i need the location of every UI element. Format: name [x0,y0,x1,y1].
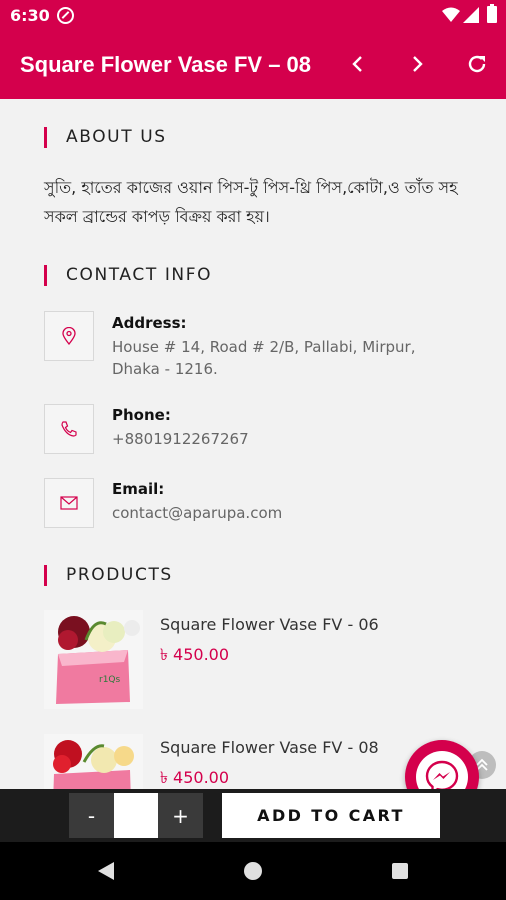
nav-recents-button[interactable] [388,859,412,883]
products-heading-text: PRODUCTS [66,565,173,585]
address-value: House # 14, Road # 2/B, Pallabi, Mirpur,… [112,338,416,378]
email-label: Email: [112,480,165,498]
circle-home-icon [244,862,262,880]
heading-accent-bar [44,126,47,148]
triangle-back-icon [98,862,114,880]
location-pin-icon [62,327,76,345]
phone-label: Phone: [112,406,171,424]
chevron-left-icon [352,56,362,72]
forward-button[interactable] [401,48,433,80]
phone-icon [61,421,77,437]
about-heading-text: ABOUT US [66,127,167,147]
product-image[interactable]: r1Qs [44,610,143,709]
do-not-disturb-icon [57,7,74,24]
address-label: Address: [112,314,187,332]
contact-heading-text: CONTACT INFO [66,265,213,285]
quantity-decrease-button[interactable]: - [69,793,114,838]
battery-icon [487,4,497,23]
page-title: Square Flower Vase FV – 08 [20,52,312,77]
about-text: সুতি, হাতের কাজের ওয়ান পিস-টু পিস-থ্রি … [44,178,458,226]
heading-accent-bar [44,564,47,586]
square-recents-icon [392,863,408,879]
product-image[interactable] [44,734,143,789]
page-content[interactable]: ABOUT US সুতি, হাতের কাজের ওয়ান পিস-টু … [0,99,506,789]
quantity-input[interactable] [114,793,158,838]
heading-accent-bar [44,264,47,286]
products-heading: PRODUCTS [44,564,173,586]
nav-home-button[interactable] [241,859,265,883]
quantity-increase-button[interactable]: + [158,793,203,838]
contact-heading: CONTACT INFO [44,264,212,286]
product-photo-image [44,734,143,789]
product-price: ৳ 450.00 [160,768,230,787]
envelope-icon [60,496,78,510]
add-to-cart-button[interactable]: ADD TO CART [222,793,440,838]
email-value[interactable]: contact@aparupa.com [112,502,462,524]
nav-back-button[interactable] [94,859,118,883]
system-nav-bar [0,842,506,900]
wifi-icon [442,7,460,22]
signal-icon [463,7,479,23]
phone-value[interactable]: +8801912267267 [112,428,462,450]
product-photo-image: r1Qs [44,610,143,709]
status-time: 6:30 [10,6,50,25]
status-bar: 6:30 [0,0,506,32]
svg-text:r1Qs: r1Qs [99,675,121,685]
about-heading: ABOUT US [44,126,167,148]
reload-button[interactable] [461,48,493,80]
back-button[interactable] [342,48,374,80]
cart-bar: - + ADD TO CART [0,789,506,842]
chevron-right-icon [413,56,423,72]
email-icon-box [44,478,94,528]
product-name[interactable]: Square Flower Vase FV - 08 [160,738,379,757]
refresh-icon [468,55,486,73]
product-price: ৳ 450.00 [160,645,230,664]
address-icon-box [44,311,94,361]
phone-icon-box [44,404,94,454]
product-name[interactable]: Square Flower Vase FV - 06 [160,615,379,634]
app-bar: 6:30 Square Flower Vase FV – 08 [0,0,506,99]
